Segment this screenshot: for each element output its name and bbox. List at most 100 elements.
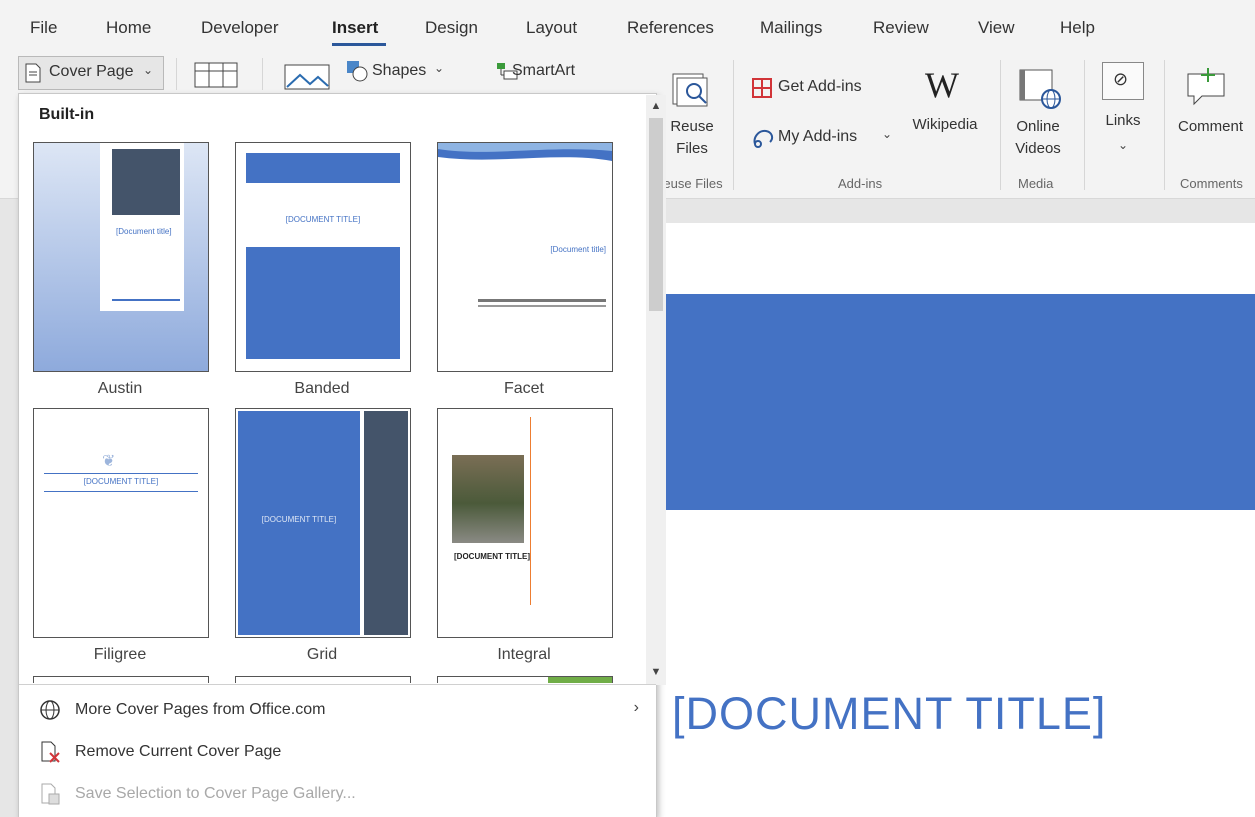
menu-layout[interactable]: Layout (526, 18, 577, 38)
thumb-banded[interactable]: [DOCUMENT TITLE] (235, 142, 411, 372)
reuse-files-label[interactable]: Reuse Files (664, 116, 720, 160)
reuse-files-icon[interactable] (670, 72, 712, 108)
shapes-label: Shapes (372, 62, 427, 79)
menu-insert[interactable]: Insert (332, 18, 378, 38)
thumb-next-row[interactable] (235, 676, 411, 683)
links-button[interactable]: ⊘ Links ⌄ (1098, 62, 1148, 162)
integral-rule (530, 417, 531, 605)
table-icon[interactable] (194, 62, 238, 88)
online-videos-line1: Online (1016, 118, 1060, 135)
media-group-label: Media (1018, 176, 1054, 191)
shapes-button[interactable]: Shapes ⌄ (346, 60, 456, 82)
integral-photo (452, 455, 524, 543)
online-video-icon[interactable] (1018, 68, 1064, 110)
thumb-facet[interactable]: [Document title] (437, 142, 613, 372)
thumb-integral[interactable]: [DOCUMENT TITLE] (437, 408, 613, 638)
divider (1084, 60, 1085, 190)
grid-side-block (364, 411, 408, 635)
addins-group-label: Add-ins (838, 176, 883, 191)
filigree-title: [DOCUMENT TITLE] (83, 477, 159, 486)
new-comment-icon[interactable] (1184, 66, 1228, 106)
divider (1164, 60, 1165, 190)
menu-design[interactable]: Design (425, 18, 478, 38)
menu-mailings[interactable]: Mailings (760, 18, 822, 38)
more-cover-pages-item[interactable]: More Cover Pages from Office.com › (39, 695, 639, 727)
chevron-down-icon: ⌄ (882, 127, 893, 141)
pictures-icon[interactable] (284, 64, 330, 90)
divider (176, 58, 177, 90)
divider (733, 60, 734, 190)
my-addins-label: My Add-ins (778, 128, 858, 145)
chevron-right-icon: › (633, 699, 639, 716)
save-gallery-icon (41, 783, 60, 805)
thumb-grid[interactable]: [DOCUMENT TITLE] (235, 408, 411, 638)
banded-top-band (246, 153, 400, 183)
cover-page-button[interactable]: Cover Page ⌄ (18, 56, 164, 90)
thumb-next-row[interactable] (437, 676, 613, 683)
chevron-down-icon: ⌄ (434, 61, 445, 75)
comment-label[interactable]: Comment (1178, 118, 1243, 135)
chevron-down-icon: ⌄ (143, 63, 154, 77)
thumb-label-austin: Austin (97, 380, 143, 397)
wikipedia-button[interactable]: W Wikipedia (905, 62, 985, 142)
my-addins-button[interactable]: My Add-ins ⌄ (752, 124, 902, 150)
menu-review[interactable]: Review (873, 18, 929, 38)
smartart-label: SmartArt (512, 62, 576, 79)
thumb-label-banded: Banded (294, 380, 350, 397)
comments-group-label: Comments (1180, 176, 1243, 191)
smartart-button[interactable]: SmartArt (496, 60, 606, 82)
cover-banner (656, 294, 1255, 510)
thumb-label-facet: Facet (503, 380, 544, 397)
thumb-label-filigree: Filigree (93, 646, 147, 663)
chevron-down-icon: ⌄ (1118, 138, 1129, 152)
document-title[interactable]: [DOCUMENT TITLE] (672, 688, 1106, 740)
gallery-footer: More Cover Pages from Office.com › Remov… (19, 684, 656, 817)
thumb-austin[interactable]: [Document title] (33, 142, 209, 372)
menu-developer[interactable]: Developer (201, 18, 279, 38)
reuse-files-line1: Reuse (670, 118, 714, 135)
filigree-rule (44, 491, 198, 492)
link-icon: ⊘ (1102, 62, 1144, 100)
thumb-label-integral: Integral (497, 646, 551, 663)
divider (1000, 60, 1001, 190)
menu-home[interactable]: Home (106, 18, 151, 38)
active-tab-indicator (332, 43, 386, 46)
austin-title: [Document title] (116, 227, 172, 236)
filigree-rule (44, 473, 198, 474)
menu-references[interactable]: References (627, 18, 714, 38)
menu-file[interactable]: File (30, 18, 57, 38)
online-videos-label[interactable]: Online Videos (1008, 116, 1068, 160)
shapes-icon (347, 61, 368, 82)
filigree-ornament-icon: ❦ (102, 453, 116, 470)
thumb-filigree[interactable]: ❦ [DOCUMENT TITLE] (33, 408, 209, 638)
cover-page-icon (25, 63, 41, 83)
austin-header-block (112, 149, 180, 215)
remove-cover-page-item[interactable]: Remove Current Cover Page (39, 737, 639, 769)
menu-help[interactable]: Help (1060, 18, 1095, 38)
globe-icon (40, 700, 60, 720)
banded-bottom-band (246, 247, 400, 359)
divider (262, 58, 263, 90)
thumb-next-row[interactable] (33, 676, 209, 683)
get-addins-label: Get Add-ins (778, 78, 862, 95)
scroll-up-icon[interactable]: ▲ (646, 95, 666, 117)
reuse-files-line2: Files (676, 140, 708, 157)
menu-view[interactable]: View (978, 18, 1015, 38)
facet-header-shape (438, 143, 612, 161)
save-selection-item: Save Selection to Cover Page Gallery... (39, 779, 639, 811)
wikipedia-label: Wikipedia (912, 116, 978, 133)
addins-icon (753, 129, 774, 148)
scrollbar-thumb[interactable] (649, 118, 663, 311)
cover-page-gallery: Built-in [Document title] Austin [DOCUME… (18, 93, 666, 817)
facet-title: [Document title] (550, 245, 606, 254)
get-addins-button[interactable]: Get Add-ins (752, 76, 892, 100)
cover-page-label: Cover Page (49, 63, 134, 80)
more-cover-pages-label: More Cover Pages from Office.com (75, 701, 326, 718)
wikipedia-icon: W (925, 65, 959, 105)
save-selection-label: Save Selection to Cover Page Gallery... (75, 785, 356, 802)
gallery-scrollbar[interactable]: ▲ ▼ (646, 95, 666, 685)
banded-title: [DOCUMENT TITLE] (285, 215, 361, 224)
remove-cover-page-label: Remove Current Cover Page (75, 743, 282, 760)
integral-title: [DOCUMENT TITLE] (454, 552, 530, 561)
scroll-down-icon[interactable]: ▼ (646, 661, 666, 683)
